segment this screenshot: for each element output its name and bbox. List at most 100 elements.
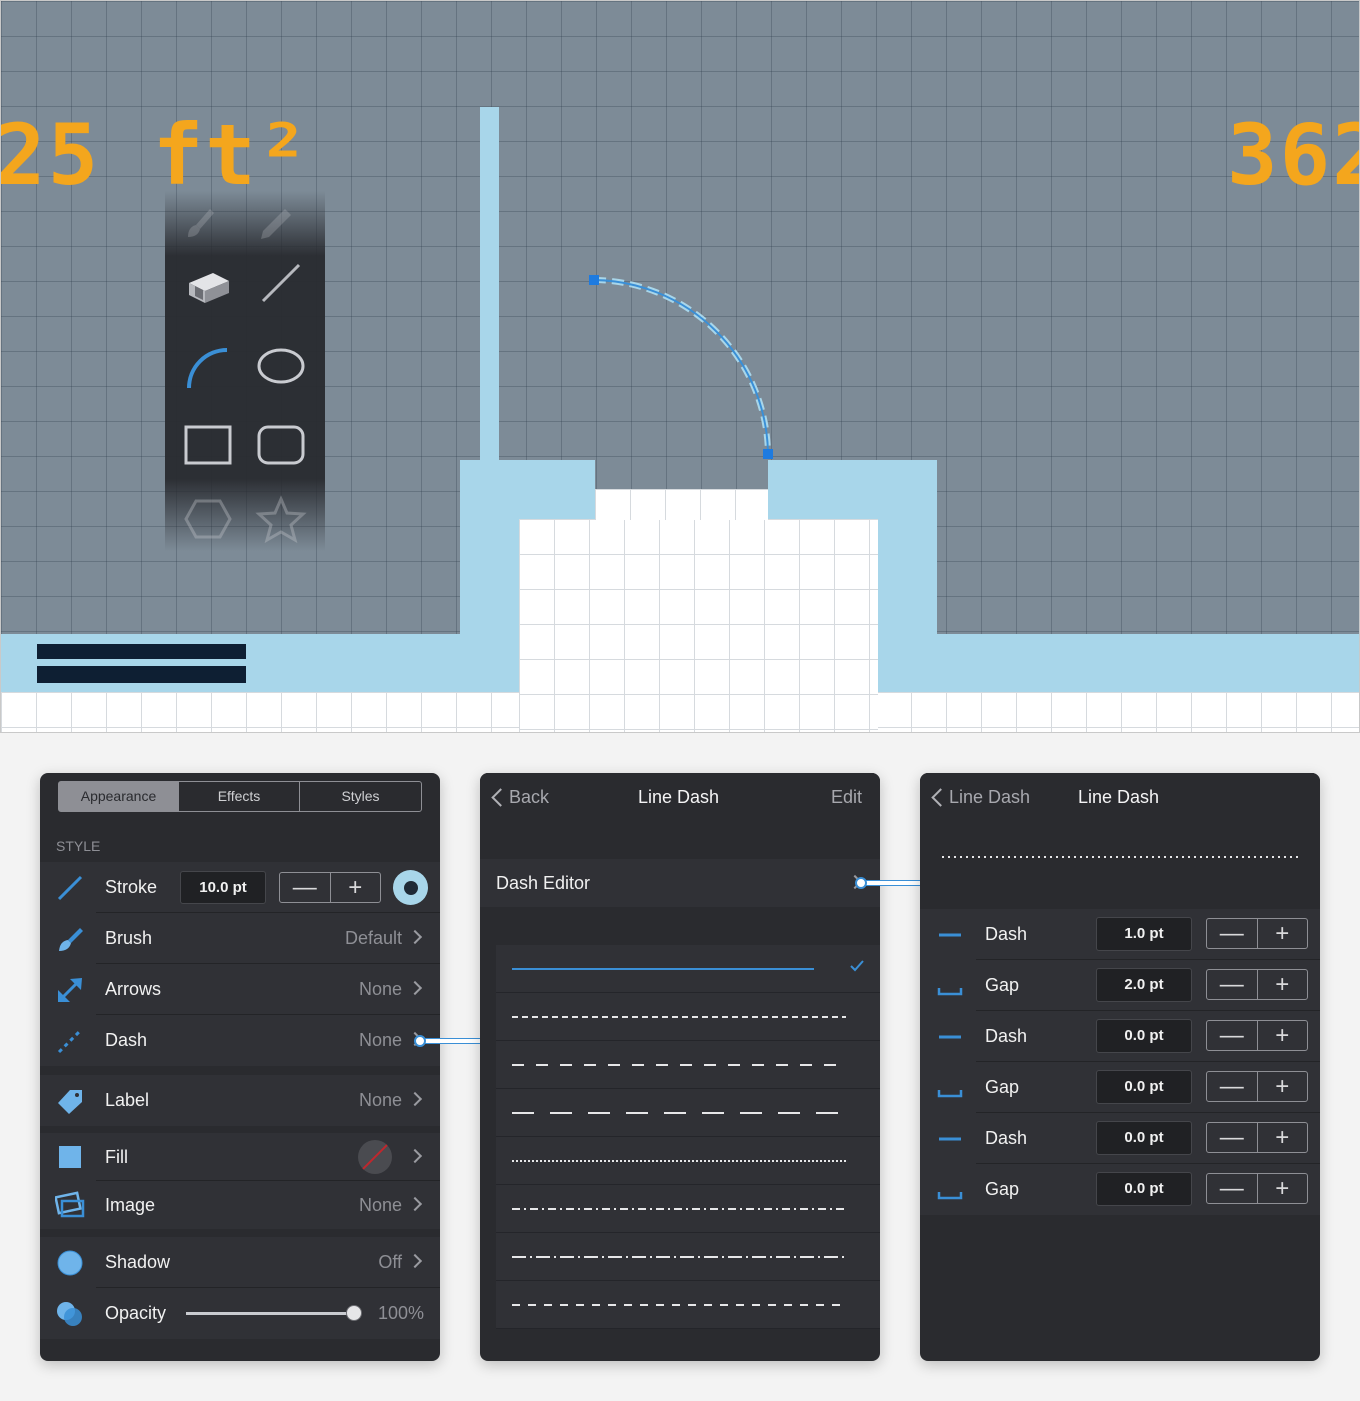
segment-length-field[interactable]: 0.0 pt xyxy=(1096,1121,1192,1155)
tab-effects[interactable]: Effects xyxy=(178,781,300,812)
segment-length-field[interactable]: 0.0 pt xyxy=(1096,1172,1192,1206)
dash-segment-row: Dash 0.0 pt — + xyxy=(920,1011,1320,1062)
shadow-value: Off xyxy=(378,1252,402,1272)
segment-label: Dash xyxy=(985,1128,1028,1148)
label-value: None xyxy=(358,1090,402,1110)
segment-decrement-button[interactable]: — xyxy=(1207,919,1257,948)
image-label: Image xyxy=(105,1195,156,1215)
line-dash-panel: Back Line Dash Edit Dash Editor xyxy=(480,773,880,1361)
opacity-label: Opacity xyxy=(105,1303,167,1323)
arrows-row[interactable]: Arrows None xyxy=(40,964,440,1015)
stroke-row[interactable]: Stroke 10.0 pt — + xyxy=(40,862,440,913)
back-chevron-icon[interactable] xyxy=(931,788,950,807)
segment-decrement-button[interactable]: — xyxy=(1207,1021,1257,1050)
opacity-row: Opacity 100% xyxy=(40,1288,440,1339)
eraser-tool-icon[interactable] xyxy=(177,257,237,317)
scale-bar xyxy=(37,644,246,683)
image-icon xyxy=(55,1191,85,1219)
stroke-width-field[interactable]: 10.0 pt xyxy=(180,871,266,904)
segment-stepper: — + xyxy=(1206,1122,1308,1153)
segment-stepper: — + xyxy=(1206,969,1308,1000)
star-tool-icon[interactable] xyxy=(251,489,311,549)
segment-increment-button[interactable]: + xyxy=(1256,919,1308,948)
segment-decrement-button[interactable]: — xyxy=(1207,1072,1257,1101)
image-value: None xyxy=(358,1195,402,1215)
dash-icon xyxy=(55,1027,85,1055)
fill-color-none-swatch[interactable] xyxy=(358,1140,392,1174)
opacity-slider-fill xyxy=(186,1312,354,1315)
dash-pattern-dotted[interactable] xyxy=(496,1137,880,1185)
chevron-right-icon xyxy=(407,980,423,996)
segment-length-field[interactable]: 0.0 pt xyxy=(1096,1019,1192,1053)
dash-pattern-short-dash[interactable] xyxy=(496,993,880,1041)
segment-label: Gap xyxy=(985,975,1020,995)
dash-pattern-dash-spaced[interactable] xyxy=(496,1281,880,1329)
segment-stepper: — + xyxy=(1206,918,1308,949)
label-row[interactable]: Label None xyxy=(40,1075,440,1126)
rectangle-tool-icon[interactable] xyxy=(178,415,238,475)
appearance-panel: Appearance Effects Styles STYLE Stroke 1… xyxy=(40,773,440,1361)
edit-button[interactable]: Edit xyxy=(831,773,862,821)
arrows-label: Arrows xyxy=(105,979,162,999)
line-tool-icon[interactable] xyxy=(251,253,311,313)
brush-row[interactable]: Brush Default xyxy=(40,913,440,964)
tab-appearance[interactable]: Appearance xyxy=(58,781,179,812)
segment-increment-button[interactable]: + xyxy=(1256,1072,1308,1101)
back-chevron-icon[interactable] xyxy=(491,788,510,807)
opacity-slider-thumb[interactable] xyxy=(346,1305,362,1321)
dash-pattern-medium-dash[interactable] xyxy=(496,1041,880,1089)
fill-row[interactable]: Fill xyxy=(40,1133,440,1181)
dash-editor-row[interactable]: Dash Editor xyxy=(480,859,880,907)
dash-editor-connector xyxy=(860,880,920,886)
dash-segment-row: Dash 0.0 pt — + xyxy=(920,1113,1320,1164)
dash-segment-row: Gap 2.0 pt — + xyxy=(920,960,1320,1011)
segment-stepper: — + xyxy=(1206,1173,1308,1204)
segment-increment-button[interactable]: + xyxy=(1256,970,1308,999)
arc-tool-icon[interactable] xyxy=(178,339,238,399)
segment-decrement-button[interactable]: — xyxy=(1207,1123,1257,1152)
pencil-tool-icon[interactable] xyxy=(245,193,305,253)
dash-editor-navbar: Line Dash Line Dash xyxy=(920,773,1320,821)
segment-label: Gap xyxy=(985,1179,1020,1199)
segment-length-field[interactable]: 1.0 pt xyxy=(1096,917,1192,951)
segment-increment-button[interactable]: + xyxy=(1256,1174,1308,1203)
brush-value: Default xyxy=(344,928,402,948)
shadow-row[interactable]: Shadow Off xyxy=(40,1237,440,1288)
segment-decrement-button[interactable]: — xyxy=(1207,970,1257,999)
tab-styles[interactable]: Styles xyxy=(299,781,422,812)
drawing-canvas[interactable]: 25 ft² 362 xyxy=(0,0,1360,733)
segment-label: Dash xyxy=(985,1026,1028,1046)
stroke-decrement-button[interactable]: — xyxy=(280,873,330,902)
dash-pattern-dash-dot[interactable] xyxy=(496,1185,880,1233)
stroke-label: Stroke xyxy=(105,877,158,897)
ellipse-tool-icon[interactable] xyxy=(251,336,311,396)
segment-decrement-button[interactable]: — xyxy=(1207,1174,1257,1203)
dash-segment-icon xyxy=(935,921,965,949)
stroke-increment-button[interactable]: + xyxy=(329,873,381,902)
dash-row[interactable]: Dash None xyxy=(40,1015,440,1066)
brush-tool-icon[interactable] xyxy=(170,193,230,253)
image-row[interactable]: Image None xyxy=(40,1181,440,1229)
segment-length-field[interactable]: 0.0 pt xyxy=(1096,1070,1192,1104)
label-label: Label xyxy=(105,1090,150,1110)
back-button[interactable]: Line Dash xyxy=(949,773,1030,821)
shadow-icon xyxy=(55,1249,85,1277)
back-button[interactable]: Back xyxy=(509,773,549,821)
arrows-icon xyxy=(55,976,85,1004)
opacity-slider[interactable] xyxy=(186,1305,362,1321)
brush-icon xyxy=(55,925,85,953)
segment-length-field[interactable]: 2.0 pt xyxy=(1096,968,1192,1002)
segment-increment-button[interactable]: + xyxy=(1256,1021,1308,1050)
dash-pattern-long-dash[interactable] xyxy=(496,1089,880,1137)
area-label-left: 25 ft² xyxy=(0,106,311,204)
rounded-rectangle-tool-icon[interactable] xyxy=(251,415,311,475)
segment-increment-button[interactable]: + xyxy=(1256,1123,1308,1152)
stroke-color-swatch[interactable] xyxy=(393,870,428,905)
chevron-right-icon xyxy=(407,1196,423,1212)
polygon-tool-icon[interactable] xyxy=(178,489,238,549)
dash-segment-icon xyxy=(935,1023,965,1051)
dash-pattern-solid[interactable] xyxy=(496,945,880,993)
dash-pattern-long-dash-dot[interactable] xyxy=(496,1233,880,1281)
dash-label: Dash xyxy=(105,1030,148,1050)
dash-connector-dot xyxy=(414,1035,426,1047)
